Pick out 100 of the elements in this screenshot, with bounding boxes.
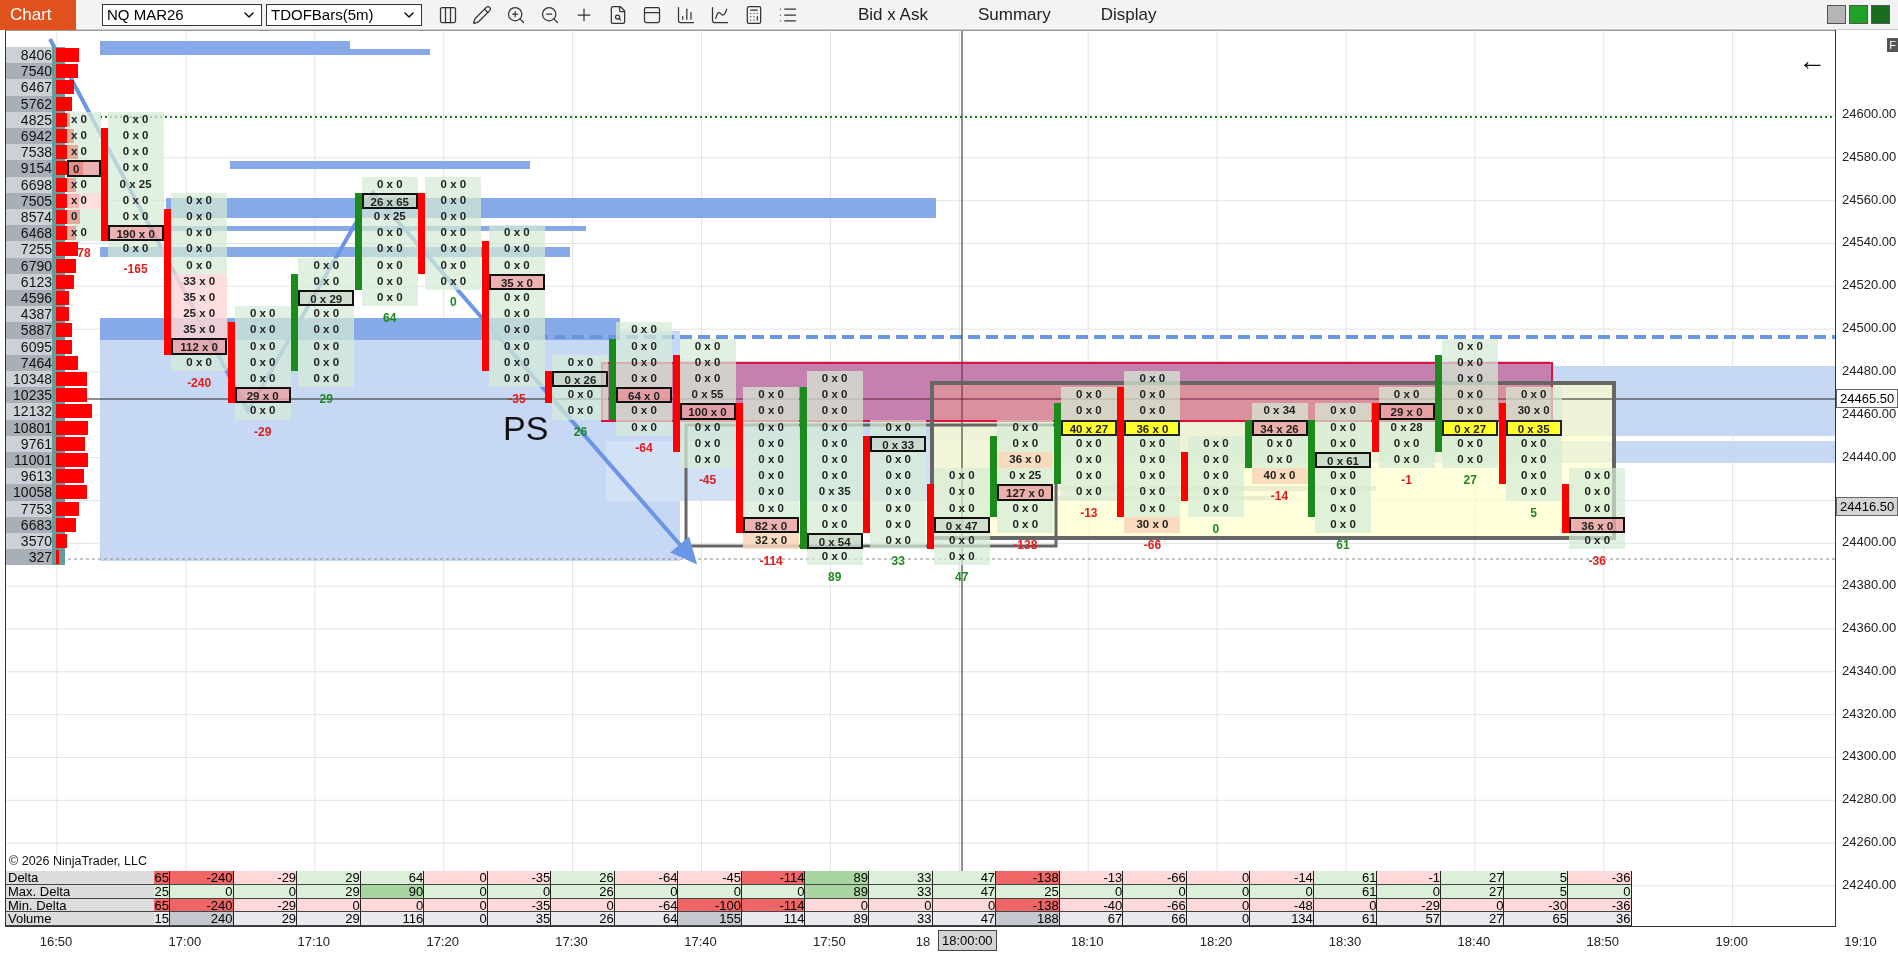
time-label: 17:20 — [426, 934, 459, 949]
time-label: 18:30 — [1328, 934, 1362, 949]
volume-bar — [56, 469, 85, 484]
footprint-cell: 0 x 0 — [1060, 468, 1117, 485]
menu-item[interactable]: Bid x Ask — [858, 4, 928, 25]
stat-cell: 134 — [1250, 912, 1314, 926]
stat-cell: 26 — [551, 912, 615, 926]
footprint-cell: 0 x 0 — [933, 484, 990, 501]
stat-cell: 29 — [297, 871, 361, 885]
bar-delta: -29 — [254, 424, 272, 439]
price-tag: 24416.50 — [1836, 497, 1898, 516]
price-label: 24240.00 — [1842, 877, 1897, 892]
copyright-text: © 2026 NinjaTrader, LLC — [8, 854, 147, 871]
ladder-volume: 4596 — [6, 290, 52, 307]
stat-cell: 114 — [741, 912, 806, 926]
panel-icon[interactable] — [642, 4, 662, 25]
columns-icon[interactable] — [438, 4, 458, 25]
stat-cell: 155 — [678, 912, 742, 926]
stat-label: Volume — [6, 912, 154, 926]
bar-delta: 5 — [1530, 505, 1538, 520]
footprint-cell: 0 x 0 — [425, 241, 482, 258]
volume-bar — [56, 291, 69, 305]
footprint-cell: 0 x 35 — [806, 484, 863, 501]
ladder-volume: 7540 — [6, 63, 52, 80]
pencil-icon[interactable] — [472, 4, 492, 25]
back-arrow[interactable]: ← — [1798, 45, 1826, 77]
ladder-volume: 8406 — [6, 47, 52, 64]
stat-cell: 29 — [233, 912, 298, 926]
window-button[interactable] — [1827, 5, 1846, 24]
footprint-cell: x 0 — [67, 144, 101, 161]
volume-bar — [56, 48, 80, 62]
bar-delta: -240 — [187, 375, 212, 390]
footprint-cell: 0 x 34 — [1251, 403, 1308, 420]
stat-cell: 33 — [869, 871, 933, 885]
footprint-cell: 0 x 0 — [425, 225, 482, 242]
volume-bar — [56, 501, 80, 516]
stat-cell: 47 — [932, 912, 997, 926]
stat-label: Delta — [6, 871, 154, 885]
price-label: 24380.00 — [1842, 578, 1897, 593]
stat-cell: 15 — [154, 912, 170, 926]
footprint-cell: 0 x 0 — [616, 403, 672, 420]
bar-type-dropdown[interactable]: TDOFBars(5m) — [266, 3, 422, 26]
stat-cell: 5 — [1504, 871, 1569, 885]
footprint-cell: 0 x 0 — [743, 468, 800, 485]
price-label: 24260.00 — [1842, 835, 1897, 850]
stat-cell: -138 — [996, 871, 1060, 885]
ladder-volume: 6942 — [6, 128, 52, 145]
footprint-cell: 0 x 0 — [1315, 403, 1372, 420]
stat-cell: 0 — [1186, 912, 1251, 926]
stat-cell: 66 — [1123, 912, 1187, 926]
ladder-volume: 7255 — [6, 241, 52, 258]
footprint-cell: 0 x 55 — [679, 387, 736, 404]
bar-delta: -1 — [1401, 473, 1412, 488]
footprint-cell: 127 x 0 — [997, 484, 1054, 501]
footprint-cell: 0 x 0 — [361, 241, 418, 258]
time-label: 18 — [915, 934, 931, 949]
bar-delta: 0 — [1212, 521, 1220, 536]
line-chart-icon[interactable] — [710, 4, 730, 25]
stat-cell: -240 — [170, 871, 234, 885]
footprint-cell: 0 x 0 — [171, 241, 228, 258]
zoom-out-icon[interactable] — [540, 4, 560, 25]
ladder-volume: 6467 — [6, 79, 52, 96]
footprint-cell: 0 x 0 — [171, 225, 228, 242]
footprint-cell: 0 x 0 — [616, 322, 672, 339]
zoom-in-icon[interactable] — [506, 4, 526, 25]
footprint-cell: 0 x 0 — [1187, 468, 1244, 485]
stat-cell: 61 — [1313, 912, 1378, 926]
price-label: 24300.00 — [1842, 749, 1897, 764]
ladder-volume: 6468 — [6, 225, 52, 242]
bar-delta: -138 — [1013, 537, 1038, 552]
time-label: 17:30 — [555, 934, 588, 949]
footprint-cell: 0 x 0 — [1569, 468, 1626, 485]
footprint-cell: 0 x 0 — [1315, 468, 1372, 485]
time-label: 16:50 — [39, 934, 73, 949]
bar-chart-icon[interactable] — [676, 4, 696, 25]
volume-bar — [56, 388, 87, 403]
footprint-cell: 0 x 0 — [234, 306, 291, 323]
footprint-cell: 0 x 0 — [743, 484, 800, 501]
file-search-icon[interactable] — [608, 4, 628, 25]
volume-bar — [56, 307, 69, 322]
bar-delta: -165 — [123, 262, 148, 277]
menu-item[interactable]: Display — [1100, 4, 1157, 25]
footprint-cell: 0 x 0 — [298, 257, 355, 274]
footprint-cell: 0 x 0 — [1442, 387, 1499, 404]
price-label: 24440.00 — [1842, 449, 1897, 464]
instrument-dropdown[interactable]: NQ MAR26 — [102, 3, 262, 26]
menu-item[interactable]: Summary — [977, 4, 1051, 25]
chart-tab[interactable]: Chart — [0, 0, 76, 30]
footprint-cell: 29 x 0 — [234, 387, 291, 404]
footprint-cell: 0 x 0 — [1505, 484, 1562, 501]
bar-delta: -114 — [759, 554, 783, 569]
price-label: 24580.00 — [1842, 149, 1897, 164]
time-label: 17:50 — [813, 934, 846, 949]
bar-delta: -66 — [1143, 537, 1162, 552]
time-label: 17:00 — [168, 934, 202, 949]
footprint-cell: 0 x 0 — [743, 403, 800, 420]
calculator-icon[interactable] — [744, 4, 764, 25]
time-label: 19:00 — [1715, 934, 1748, 949]
time-label: 18:20 — [1199, 934, 1233, 949]
volume-bar — [56, 339, 73, 354]
